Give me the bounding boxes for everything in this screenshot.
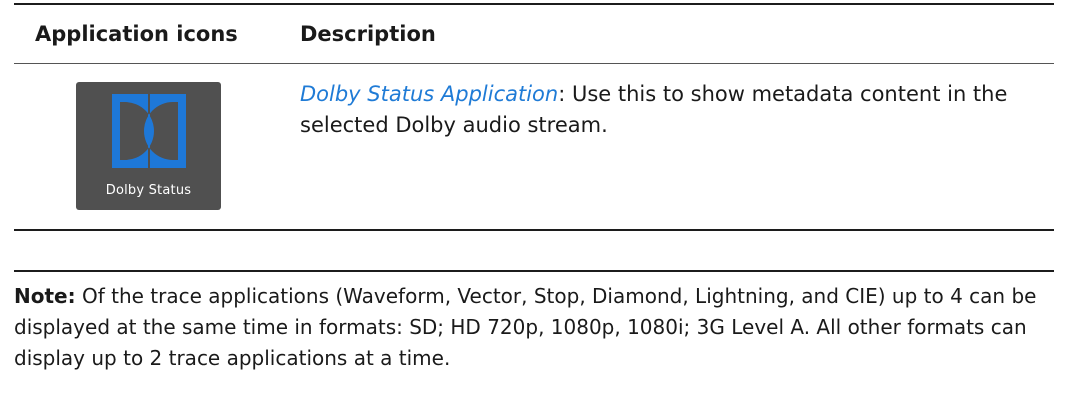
dolby-status-application-link[interactable]: Dolby Status Application	[300, 82, 558, 106]
table-bottom-rule	[14, 229, 1054, 231]
column-header-application-icons: Application icons	[35, 22, 238, 46]
note-paragraph: Note: Of the trace applications (Wavefor…	[14, 281, 1054, 374]
dolby-status-icon: Dolby Status	[76, 82, 221, 210]
note-text: Of the trace applications (Waveform, Vec…	[14, 284, 1037, 370]
header-divider	[14, 63, 1054, 64]
note-label: Note:	[14, 284, 76, 308]
column-header-description: Description	[300, 22, 436, 46]
table-top-rule	[14, 3, 1054, 5]
description-cell: Dolby Status Application: Use this to sh…	[300, 79, 1040, 141]
icon-label: Dolby Status	[105, 183, 192, 198]
note-top-rule	[14, 270, 1054, 272]
dolby-logo-icon	[112, 94, 186, 168]
